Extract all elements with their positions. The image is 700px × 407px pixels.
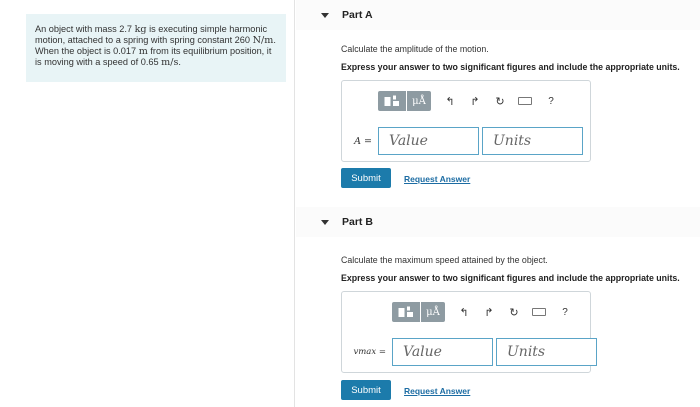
collapse-caret-icon[interactable]	[321, 219, 329, 225]
equation-toolbar: μÅ ↰ ↱ ↻ ?	[392, 302, 571, 322]
keyboard-icon[interactable]	[532, 308, 546, 316]
part-b-title: Part B	[342, 216, 373, 228]
unit-m: m	[138, 46, 148, 57]
parts-panel: Part A Calculate the amplitude of the mo…	[296, 0, 700, 407]
problem-panel: An object with mass 2.7 kg is executing …	[0, 0, 295, 407]
redo-icon[interactable]: ↱	[469, 95, 481, 108]
problem-text: An object with mass 2.7	[35, 24, 133, 34]
part-b-header[interactable]: Part B	[296, 207, 700, 237]
template-icon[interactable]	[378, 91, 406, 111]
help-icon[interactable]: ?	[545, 96, 557, 107]
reset-icon[interactable]: ↻	[508, 306, 520, 319]
part-a-question: Calculate the amplitude of the motion.	[341, 44, 489, 54]
part-b-answer-box: μÅ ↰ ↱ ↻ ? vmax = Value Units	[341, 291, 597, 373]
problem-text: .	[178, 57, 181, 67]
unit-m-per-s: m/s	[161, 57, 179, 68]
units-field[interactable]: Units	[496, 338, 597, 366]
var-label-a: A =	[354, 135, 372, 147]
request-answer-link[interactable]: Request Answer	[404, 386, 470, 396]
submit-button[interactable]: Submit	[341, 168, 391, 188]
var-label-vmax: vmax =	[353, 347, 386, 357]
reset-icon[interactable]: ↻	[494, 95, 506, 108]
part-a-instruction: Express your answer to two significant f…	[341, 62, 680, 72]
part-b-input-row: vmax = Value Units	[350, 338, 597, 366]
part-a-header[interactable]: Part A	[296, 0, 700, 30]
redo-icon[interactable]: ↱	[483, 306, 495, 319]
part-b-question: Calculate the maximum speed attained by …	[341, 255, 548, 265]
submit-button[interactable]: Submit	[341, 380, 391, 400]
request-answer-link[interactable]: Request Answer	[404, 174, 470, 184]
keyboard-icon[interactable]	[518, 97, 532, 105]
value-field[interactable]: Value	[378, 127, 479, 155]
equation-toolbar: μÅ ↰ ↱ ↻ ?	[378, 91, 557, 111]
problem-statement: An object with mass 2.7 kg is executing …	[26, 14, 286, 82]
template-group: μÅ	[378, 91, 431, 111]
part-a-answer-box: μÅ ↰ ↱ ↻ ? A = Value Units	[341, 80, 591, 162]
units-symbol-button[interactable]: μÅ	[407, 91, 431, 111]
template-icon[interactable]	[392, 302, 420, 322]
units-symbol-button[interactable]: μÅ	[421, 302, 445, 322]
undo-icon[interactable]: ↰	[444, 95, 456, 108]
collapse-caret-icon[interactable]	[321, 12, 329, 18]
template-group: μÅ	[392, 302, 445, 322]
unit-n-per-m: N/m	[252, 35, 274, 46]
part-a-input-row: A = Value Units	[352, 127, 583, 155]
unit-kg: kg	[134, 24, 147, 35]
part-b-instruction: Express your answer to two significant f…	[341, 273, 680, 283]
part-a-title: Part A	[342, 9, 373, 21]
help-icon[interactable]: ?	[559, 307, 571, 318]
units-field[interactable]: Units	[482, 127, 583, 155]
undo-icon[interactable]: ↰	[458, 306, 470, 319]
value-field[interactable]: Value	[392, 338, 493, 366]
